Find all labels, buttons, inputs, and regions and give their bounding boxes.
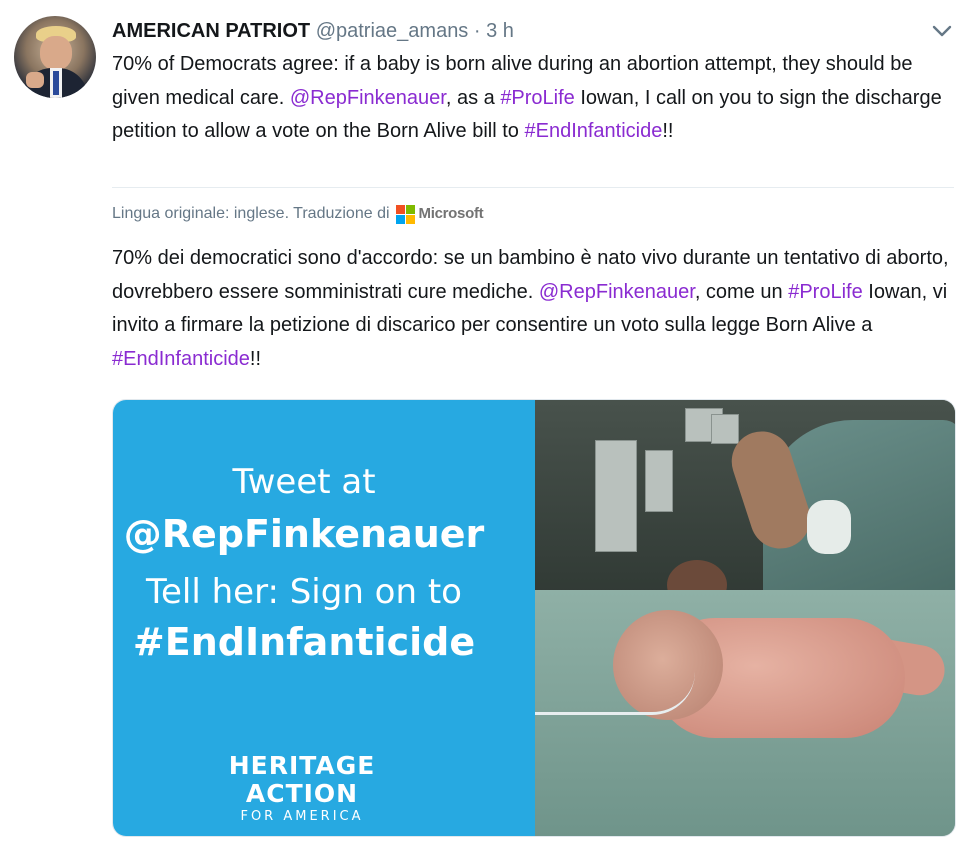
tweet-header: AMERICAN PATRIOT @patriae_amans · 3 h — [112, 18, 514, 44]
translation-attribution: Lingua originale: inglese. Traduzione di… — [112, 203, 484, 225]
avatar-face — [40, 36, 72, 70]
photo-wall-panel — [595, 440, 637, 552]
tweet-text: 70% of Democrats agree: if a baby is bor… — [112, 48, 952, 149]
translation-provider[interactable]: Microsoft — [419, 203, 484, 225]
ad-line-tell-her: Tell her: Sign on to — [146, 572, 462, 612]
avatar-thumb — [26, 72, 44, 88]
photo-wall-panel — [711, 414, 739, 444]
tweet-timestamp[interactable]: 3 h — [486, 20, 514, 42]
header-separator: · — [473, 20, 481, 42]
mention-link[interactable]: @RepFinkenauer — [290, 87, 446, 109]
photo-wall-panel — [645, 450, 673, 512]
microsoft-logo-icon — [395, 204, 415, 224]
ad-line-hashtag: #EndInfanticide — [132, 620, 476, 664]
author-name[interactable]: AMERICAN PATRIOT — [112, 20, 310, 42]
profile-avatar[interactable] — [14, 16, 96, 98]
logo-line-for-america: FOR AMERICA — [240, 809, 364, 824]
hashtag-link[interactable]: #ProLife — [500, 87, 575, 109]
avatar-tie — [53, 71, 59, 95]
translation-label: Lingua originale: inglese. Traduzione di — [112, 205, 390, 222]
tweet-text-segment: !! — [662, 120, 674, 142]
logo-line-action: ACTION — [245, 779, 359, 808]
translation-divider — [112, 187, 954, 188]
hashtag-link[interactable]: #EndInfanticide — [112, 348, 250, 370]
photo-tube — [535, 672, 695, 715]
tweet-text-segment: , as a — [445, 86, 501, 109]
heritage-action-logo: HERITAGE ACTION FOR AMERICA — [217, 752, 387, 826]
translated-text-segment: !! — [249, 347, 262, 370]
ad-line-tweet-at: Tweet at — [232, 462, 376, 502]
mention-link[interactable]: @RepFinkenauer — [539, 281, 695, 303]
logo-line-heritage: HERITAGE — [228, 751, 376, 780]
photo-glove — [807, 500, 851, 554]
tweet-media-image[interactable]: Tweet at @RepFinkenauer Tell her: Sign o… — [112, 399, 956, 837]
translated-text: 70% dei democratici sono d'accordo: se u… — [112, 242, 952, 376]
hashtag-link[interactable]: #EndInfanticide — [524, 120, 662, 142]
author-handle[interactable]: @patriae_amans — [316, 20, 469, 42]
chevron-down-icon[interactable] — [931, 22, 953, 40]
newborn-photo — [535, 400, 955, 836]
translated-text-segment: , come un — [694, 280, 789, 303]
ad-graphic-panel: Tweet at @RepFinkenauer Tell her: Sign o… — [113, 400, 535, 836]
ad-line-mention: @RepFinkenauer — [123, 512, 485, 556]
hashtag-link[interactable]: #ProLife — [788, 281, 863, 303]
